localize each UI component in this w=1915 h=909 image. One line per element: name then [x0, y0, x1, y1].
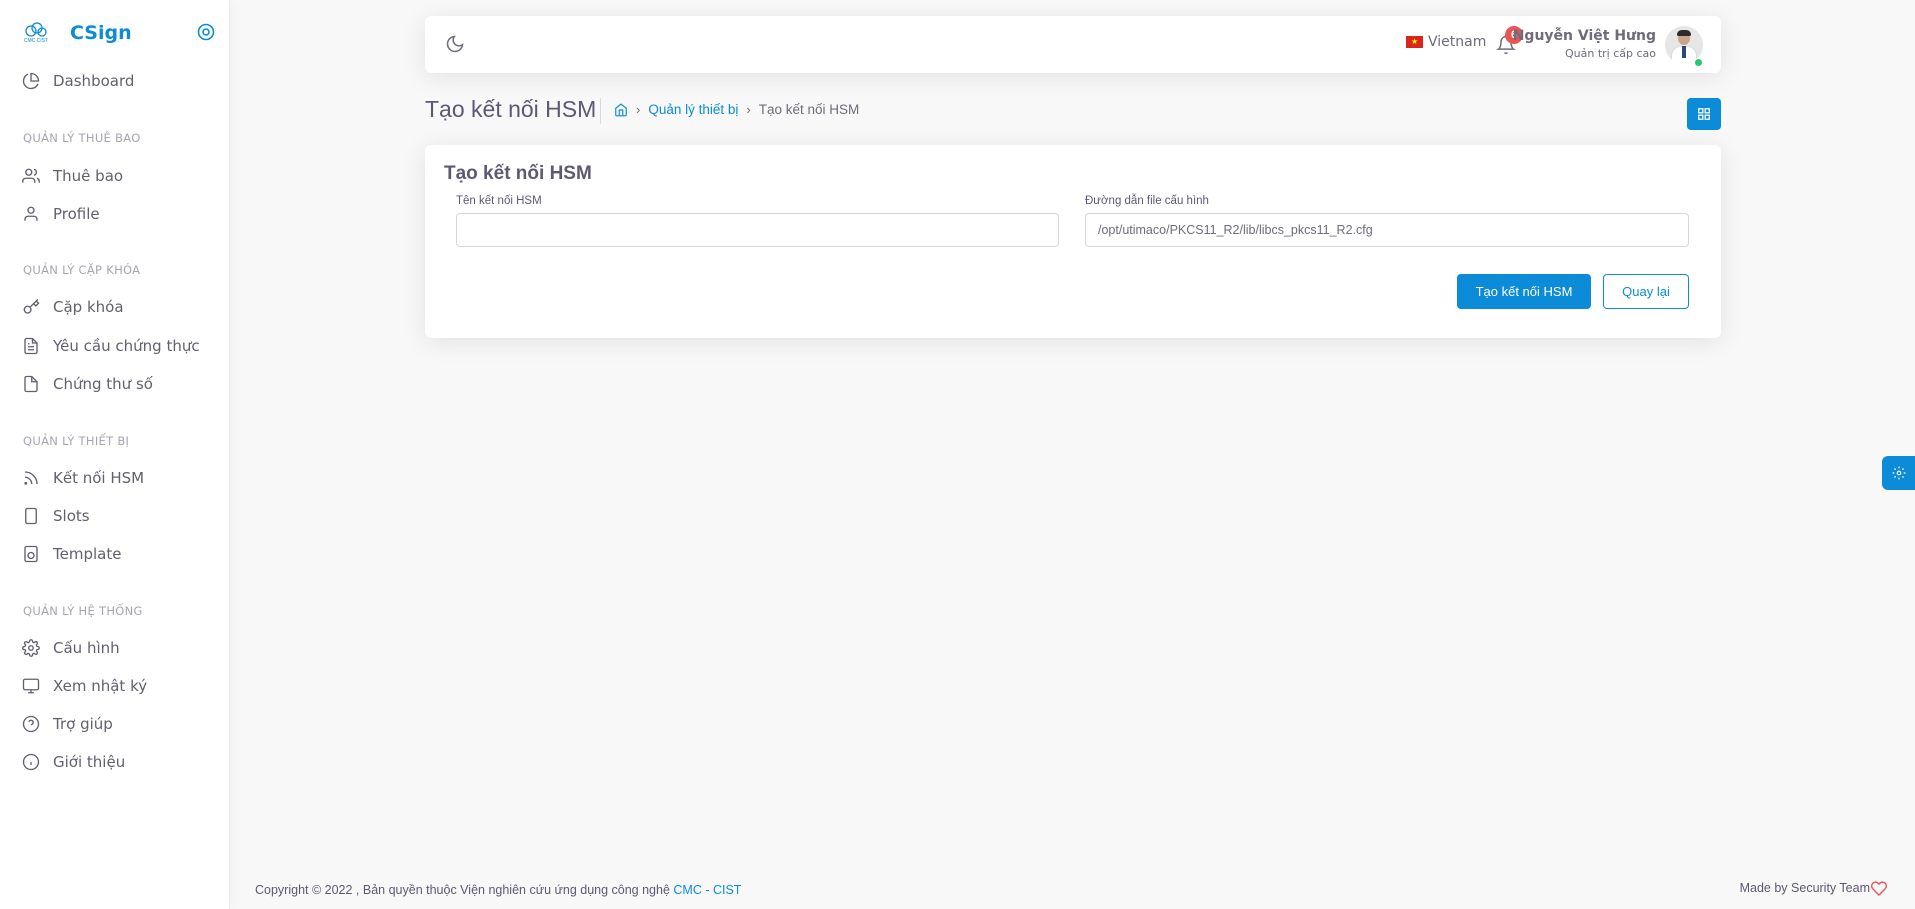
users-icon	[22, 168, 40, 183]
chevron-right-icon: ›	[636, 102, 641, 117]
sidebar-item-config[interactable]: Cấu hình	[22, 636, 120, 660]
create-hsm-button[interactable]: Tạo kết nối HSM	[1457, 274, 1591, 309]
vietnam-flag-icon	[1406, 36, 1423, 48]
file-text-icon	[24, 337, 38, 355]
sidebar-item-label: Slots	[53, 507, 90, 525]
breadcrumb-link-devices[interactable]: Quản lý thiết bị	[648, 102, 738, 117]
cloud-logo-icon	[25, 22, 47, 37]
user-icon	[24, 206, 38, 221]
brand-logo-text: CMC CIST	[23, 38, 49, 44]
language-label: Vietnam	[1428, 34, 1487, 50]
grid-menu-button[interactable]	[1687, 98, 1721, 130]
language-selector[interactable]: Vietnam	[1406, 34, 1486, 50]
moon-icon[interactable]	[445, 34, 465, 54]
user-name[interactable]: Nguyễn Việt Hưng	[1513, 28, 1656, 44]
brand-logo: CMC CIST	[20, 19, 52, 47]
page-title: Tạo kết nối HSM	[425, 96, 597, 122]
copyright-text: Copyright © 2022 , Bản quyền thuộc Viện …	[255, 883, 670, 897]
sidebar-item-label: Trợ giúp	[53, 715, 113, 733]
card-title: Tạo kết nối HSM	[444, 163, 592, 184]
sidebar-item-label: Cặp khóa	[53, 298, 124, 316]
sidebar-item-label: Profile	[53, 205, 100, 223]
sidebar-toggle-icon[interactable]	[197, 23, 215, 41]
chevron-right-icon: ›	[746, 102, 751, 117]
sidebar-item-hsm[interactable]: Kết nối HSM	[22, 466, 144, 490]
key-icon	[23, 299, 40, 314]
nav-header-system: QUẢN LÝ HỆ THỐNG	[23, 604, 143, 618]
sidebar-item-label: Giới thiệu	[53, 753, 126, 771]
avatar-tie	[1682, 46, 1686, 58]
help-circle-icon	[22, 715, 40, 733]
sidebar-item-slots[interactable]: Slots	[22, 504, 90, 528]
footer-copyright: Copyright © 2022 , Bản quyền thuộc Viện …	[255, 883, 741, 897]
user-role: Quản trị cấp cao	[1564, 47, 1656, 60]
tablet-icon	[25, 507, 37, 525]
grid-icon	[1698, 108, 1710, 120]
sidebar-item-logs[interactable]: Xem nhật ký	[22, 674, 147, 698]
sidebar-item-dashboard[interactable]: Dashboard	[22, 69, 134, 93]
sidebar-item-label: Kết nối HSM	[53, 469, 145, 487]
sidebar-item-keypair[interactable]: Cặp khóa	[22, 295, 124, 319]
sidebar-item-label: Yêu cầu chứng thực	[53, 337, 200, 355]
back-button[interactable]: Quay lại	[1603, 274, 1689, 309]
settings-icon	[1892, 466, 1905, 480]
online-status-dot	[1694, 58, 1703, 67]
nav-header-subscribers: QUẢN LÝ THUÊ BAO	[23, 131, 141, 145]
sidebar-item-csr[interactable]: Yêu cầu chứng thực	[22, 334, 200, 358]
heart-icon	[1870, 881, 1888, 897]
sidebar-item-help[interactable]: Trợ giúp	[22, 712, 113, 736]
sidebar-item-label: Xem nhật ký	[53, 677, 148, 695]
brand[interactable]: CMC CIST CSign	[20, 18, 215, 48]
sidebar-item-template[interactable]: Template	[22, 542, 121, 566]
sidebar-item-label: Cấu hình	[53, 639, 120, 657]
rss-icon	[24, 471, 38, 485]
sidebar-item-label: Chứng thư số	[53, 375, 153, 393]
nav-header-keys: QUẢN LÝ CẶP KHÓA	[23, 263, 141, 277]
speaker-icon	[24, 545, 38, 563]
brand-name: CSign	[70, 22, 132, 44]
sidebar-item-label: Dashboard	[53, 72, 135, 90]
customizer-toggle[interactable]	[1882, 456, 1915, 490]
hsm-form-card: Tạo kết nối HSM Tên kết nối HSM Đường dẫ…	[425, 145, 1721, 338]
nav-header-devices: QUẢN LÝ THIẾT BỊ	[23, 434, 130, 448]
config-path-input[interactable]: /opt/utimaco/PKCS11_R2/lib/libcs_pkcs11_…	[1085, 213, 1689, 247]
sidebar-item-about[interactable]: Giới thiệu	[22, 750, 125, 774]
sidebar-item-subscribers[interactable]: Thuê bao	[22, 164, 123, 188]
breadcrumb: › Quản lý thiết bị › Tạo kết nối HSM	[614, 102, 859, 117]
breadcrumb-current: Tạo kết nối HSM	[758, 102, 860, 117]
hsm-name-input[interactable]	[456, 213, 1059, 247]
top-navbar: Vietnam 6 Nguyễn Việt Hưng Quản trị cấp …	[425, 16, 1721, 73]
hsm-name-label: Tên kết nối HSM	[456, 195, 542, 207]
sidebar-item-certificate[interactable]: Chứng thư số	[22, 372, 153, 396]
home-icon[interactable]	[614, 102, 628, 117]
config-path-label: Đường dẫn file cấu hình	[1085, 195, 1209, 207]
sidebar-item-label: Template	[53, 545, 122, 563]
sidebar: CMC CIST CSign Dashboard QUẢN LÝ THUÊ BA…	[0, 0, 230, 909]
sidebar-item-profile[interactable]: Profile	[22, 202, 100, 226]
monitor-icon	[22, 678, 40, 694]
title-divider	[600, 98, 601, 124]
info-icon	[22, 753, 40, 771]
sidebar-item-label: Thuê bao	[53, 167, 124, 185]
file-icon	[24, 375, 38, 393]
footer-made-by: Made by Security Team	[1739, 881, 1870, 895]
pie-chart-icon	[22, 72, 40, 90]
avatar-hair	[1677, 30, 1691, 36]
settings-icon	[22, 639, 40, 657]
footer-org-link[interactable]: CMC - CIST	[673, 883, 741, 897]
